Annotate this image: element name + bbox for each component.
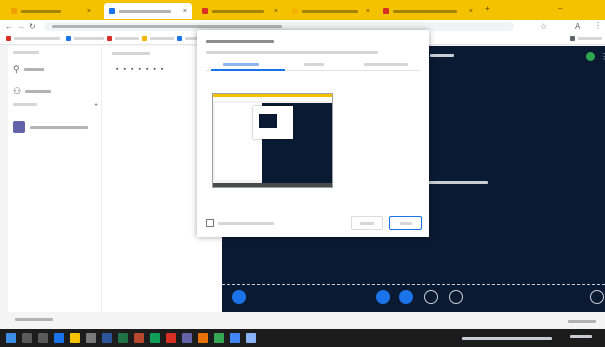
control-button[interactable]	[376, 290, 390, 304]
search-row[interactable]: ⚲	[13, 64, 44, 75]
cancel-button[interactable]	[351, 216, 383, 230]
app-icon[interactable]	[150, 333, 160, 343]
bookmark-item[interactable]	[177, 36, 199, 41]
toolbar-icon[interactable]: ▪	[146, 66, 148, 73]
screen-preview-thumbnail[interactable]	[212, 93, 333, 188]
browser-tab[interactable]: ×	[378, 3, 478, 19]
close-icon[interactable]: ×	[183, 8, 187, 15]
close-icon[interactable]: ×	[469, 8, 473, 15]
app-icon[interactable]	[70, 333, 80, 343]
toolbar-icon[interactable]: ▪	[116, 66, 118, 73]
bookmark-icon	[107, 36, 112, 41]
tab-favicon-icon	[202, 8, 208, 14]
people-icon: ⚇	[13, 86, 22, 96]
bookmark-icon	[177, 36, 182, 41]
section-label	[13, 103, 37, 106]
minimize-icon[interactable]: –	[558, 4, 562, 13]
bookmark-item[interactable]	[142, 36, 174, 41]
app-icon[interactable]	[246, 333, 256, 343]
control-button[interactable]	[590, 290, 604, 304]
tab-browser-tab[interactable]	[356, 61, 416, 69]
app-icon[interactable]	[102, 333, 112, 343]
start-icon[interactable]	[6, 333, 16, 343]
browser-tab-active[interactable]: ×	[104, 3, 192, 19]
tab-favicon-icon	[383, 8, 389, 14]
add-icon[interactable]: +	[94, 102, 98, 109]
browser-tab[interactable]: ×	[6, 3, 96, 19]
menu-dots-icon[interactable]: ⋮	[594, 21, 602, 30]
bookmark-icon	[570, 36, 575, 41]
toolbar-icon[interactable]: ▪	[161, 66, 163, 73]
bookmark-icon	[66, 36, 71, 41]
account-icon[interactable]: A	[575, 22, 580, 31]
control-button[interactable]	[424, 290, 438, 304]
bookmark-item[interactable]	[570, 36, 602, 41]
new-tab-icon[interactable]: +	[485, 4, 490, 13]
bookmark-item[interactable]	[107, 36, 139, 41]
app-icon[interactable]	[86, 333, 96, 343]
forward-icon[interactable]: →	[17, 22, 25, 31]
control-button[interactable]	[449, 290, 463, 304]
video-divider	[222, 284, 605, 285]
control-button[interactable]	[399, 290, 413, 304]
tab-favicon-icon	[109, 8, 115, 14]
footer-left[interactable]	[15, 318, 53, 321]
info-button[interactable]	[232, 290, 246, 304]
back-icon[interactable]: ←	[5, 22, 13, 31]
bookmark-item[interactable]	[66, 36, 104, 41]
more-icon[interactable]: ⋮	[600, 52, 605, 61]
bookmark-icon	[142, 36, 147, 41]
windows-taskbar	[0, 329, 605, 347]
taskbar-clock	[570, 333, 592, 340]
tab-favicon-icon	[292, 8, 298, 14]
task-view-icon[interactable]	[38, 333, 48, 343]
close-icon[interactable]: ×	[366, 8, 370, 15]
tab-favicon-icon	[11, 8, 17, 14]
search-icon[interactable]	[22, 333, 32, 343]
chat-list-panel: ⚲ ⚇ +	[8, 46, 101, 312]
chat-list-item[interactable]	[13, 121, 88, 133]
app-icon[interactable]	[198, 333, 208, 343]
new-chat-row[interactable]: ⚇	[13, 86, 52, 97]
share-button[interactable]	[389, 216, 422, 230]
app-icon[interactable]	[182, 333, 192, 343]
toolbar-icon[interactable]: ▪	[131, 66, 133, 73]
toolbar-icon[interactable]: ▪	[138, 66, 140, 73]
bookmark-icon	[6, 36, 11, 41]
avatar	[13, 121, 25, 133]
app-icon[interactable]	[214, 333, 224, 343]
tab-entire-screen[interactable]	[211, 61, 271, 69]
toolbar-icon[interactable]: ▪	[153, 66, 155, 73]
dialog-subtitle	[206, 49, 378, 56]
browser-tab[interactable]: ×	[197, 3, 283, 19]
system-tray[interactable]	[462, 337, 552, 340]
dialog-title	[206, 38, 274, 45]
format-toolbar: ▪ ▪ ▪ ▪ ▪ ▪ ▪	[116, 66, 163, 73]
checkbox[interactable]	[206, 219, 214, 227]
close-icon[interactable]: ×	[87, 8, 91, 15]
share-screen-dialog	[197, 30, 429, 237]
reload-icon[interactable]: ↻	[29, 22, 36, 31]
participant-avatar[interactable]	[586, 52, 595, 61]
app-icon[interactable]	[230, 333, 240, 343]
star-icon[interactable]: ☆	[540, 22, 547, 31]
app-icon[interactable]	[118, 333, 128, 343]
footer-right[interactable]	[568, 318, 596, 325]
bookmark-item[interactable]	[6, 36, 60, 41]
app-icon[interactable]	[54, 333, 64, 343]
app-icon[interactable]	[134, 333, 144, 343]
browser-tab[interactable]: ×	[287, 3, 375, 19]
app-icon[interactable]	[166, 333, 176, 343]
panel-header	[13, 51, 39, 54]
browser-tab-strip: × × × × × + –	[0, 0, 605, 20]
toolbar-icon[interactable]: ▪	[123, 66, 125, 73]
active-tab-indicator	[211, 69, 285, 71]
close-icon[interactable]: ×	[274, 8, 278, 15]
search-icon: ⚲	[13, 64, 20, 74]
share-audio-checkbox-row[interactable]	[206, 219, 274, 227]
tab-window[interactable]	[284, 61, 344, 69]
